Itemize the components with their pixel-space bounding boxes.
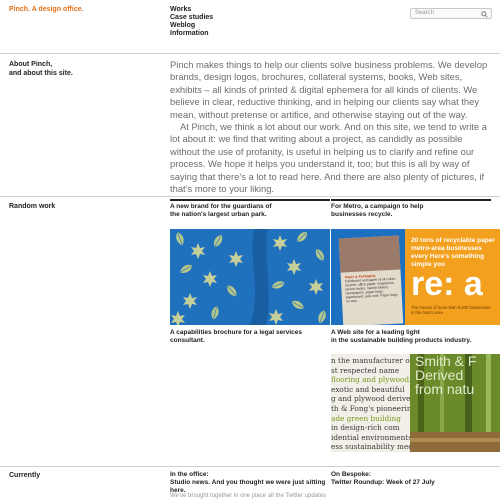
search-input[interactable]: Search [410,8,492,19]
nav-works[interactable]: Works [170,6,213,14]
work-image-metro[interactable]: Paper & Packaging Cardboard and paper of… [331,229,500,325]
caption-line: For Metro, a campaign to help [331,203,424,210]
metro-paper-card: Paper & Packaging Cardboard and paper of… [338,235,404,325]
metro-paper-text: Paper & Packaging Cardboard and paper of… [345,273,398,304]
smith-title-line: Derived [415,367,464,383]
caption-line: in the sustainable building products ind… [331,337,472,344]
about-paragraph-2: At Pinch, we think a lot about our work.… [170,121,487,195]
smith-line: st respected name [331,365,400,375]
bespoke-label: On Bespoke: [331,471,372,478]
divider [0,53,500,54]
smith-line: exotic and beautiful [331,384,405,394]
smith-line: n the manufacturer of [331,356,410,365]
caption-line: A Web site for a leading light [331,329,420,336]
about-label-line2: and about this site. [9,70,73,77]
smith-line: ade green building [331,413,401,423]
search-icon[interactable] [481,11,488,18]
nav-information[interactable]: Information [170,30,213,38]
smith-title: Smith & F Derived from natu [415,354,476,396]
main-nav: Works Case studies Weblog Information [170,6,213,38]
smith-line: flooring and plywood, and [331,375,410,385]
caption-line: A capabilities brochure for a legal serv… [170,329,302,344]
work-caption-smith[interactable]: A Web site for a leading light in the su… [331,329,496,345]
nav-case-studies[interactable]: Case studies [170,14,213,22]
metro-paper-photo [338,235,401,273]
footer-fragment: We've brought together in one place all … [170,493,327,499]
about-label: About Pinch, and about this site. [9,60,73,78]
work-image-smith-photo[interactable]: Smith & F Derived from natu [410,354,500,452]
office-label: In the office: [170,471,209,478]
work-caption-metro[interactable]: For Metro, a campaign to help businesses… [331,203,491,219]
work-image-smith-text[interactable]: n the manufacturer of st respected name … [331,354,410,452]
metro-paper-body: Cardboard and paper of all colors recycl… [344,276,398,304]
currently-label: Currently [9,472,41,479]
divider [0,466,500,467]
work-caption-park[interactable]: A new brand for the guardians of the nat… [170,203,328,219]
bespoke-item[interactable]: On Bespoke: Twitter Roundup: Week of 27 … [331,471,496,487]
about-text: Pinch makes things to help our clients s… [170,59,492,195]
nav-weblog[interactable]: Weblog [170,22,213,30]
search-placeholder: Search [415,10,435,16]
bespoke-text[interactable]: Twitter Roundup: Week of 27 July [331,479,496,487]
about-paragraph-1: Pinch makes things to help our clients s… [170,59,488,120]
caption-line: A new brand for the guardians of [170,203,272,210]
metro-sub-text: The means of more than 9,000 businesses … [411,305,491,315]
caption-line: the nation's largest urban park. [170,211,267,218]
smith-line: idential environments [331,432,410,442]
about-label-line1: About Pinch, [9,61,53,68]
smith-line: th & Fong's pioneering, [331,403,410,413]
smith-copy: n the manufacturer of st respected name … [331,356,410,452]
work-image-park[interactable] [170,229,330,325]
brand-logo-text[interactable]: Pinch. A design office. [9,6,84,13]
smith-title-line: Smith & F [415,354,477,369]
work-caption-legal[interactable]: A capabilities brochure for a legal serv… [170,329,330,345]
metro-big-text: re: a [411,265,483,303]
divider [0,196,500,197]
caption-line: businesses recycle. [331,211,393,218]
leaf-pattern-image [171,229,328,325]
metro-orange-panel: 20 tons of recyclable paper metro-area b… [405,229,500,325]
rule [331,199,491,201]
smith-line: g and plywood derived [331,394,410,404]
smith-line: in design-rich com [331,423,400,433]
random-work-label: Random work [9,203,56,210]
rule [170,199,330,201]
smith-title-line: from natu [415,381,475,397]
smith-line: ess sustainability meets [331,442,410,452]
